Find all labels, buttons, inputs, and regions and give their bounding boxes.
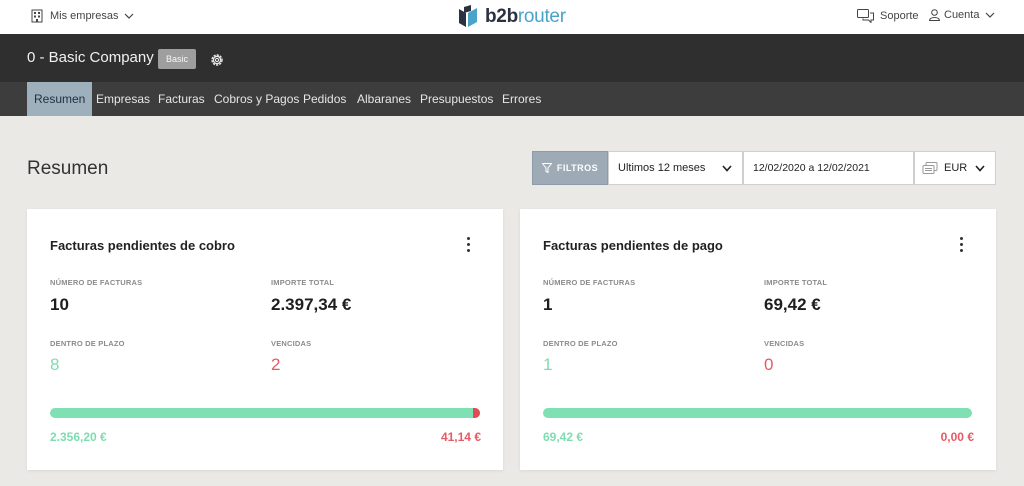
building-icon bbox=[31, 9, 43, 23]
period-value: Ultimos 12 meses bbox=[618, 162, 706, 174]
top-bar: Mis empresas b2brouter Soporte Cuenta bbox=[0, 0, 1024, 34]
main-nav: Resumen Empresas Facturas Cobros y Pagos… bbox=[0, 82, 1024, 116]
receivables-card: Facturas pendientes de cobro NÚMERO DE F… bbox=[27, 209, 503, 470]
filters-button[interactable]: FILTROS bbox=[532, 151, 608, 185]
logo-text: b2brouter bbox=[485, 6, 566, 28]
nav-item-pedidos[interactable]: Pedidos bbox=[303, 82, 346, 116]
invoice-count-label: NÚMERO DE FACTURAS bbox=[50, 278, 143, 287]
on-time-value: 8 bbox=[50, 355, 60, 374]
overdue-bar-segment bbox=[472, 408, 480, 418]
invoice-count-value: 10 bbox=[50, 295, 69, 314]
invoice-count-label: NÚMERO DE FACTURAS bbox=[543, 278, 636, 287]
on-time-amount: 69,42 € bbox=[543, 430, 584, 444]
chat-icon bbox=[857, 9, 874, 23]
filters-label: FILTROS bbox=[556, 163, 599, 173]
card-title: Facturas pendientes de cobro bbox=[50, 238, 235, 253]
support-link[interactable]: Soporte bbox=[857, 9, 919, 23]
on-time-value: 1 bbox=[543, 355, 553, 374]
date-range-value: 12/02/2020 a 12/02/2021 bbox=[753, 162, 870, 174]
coins-icon bbox=[922, 162, 938, 174]
currency-select[interactable]: EUR bbox=[914, 151, 996, 185]
account-label: Cuenta bbox=[944, 9, 980, 21]
nav-item-empresas[interactable]: Empresas bbox=[96, 82, 150, 116]
filter-icon bbox=[541, 163, 552, 173]
logo-router: router bbox=[517, 6, 566, 27]
overdue-amount: 0,00 € bbox=[940, 430, 974, 444]
b2brouter-logo[interactable]: b2brouter bbox=[457, 5, 566, 29]
plan-badge: Basic bbox=[158, 49, 197, 69]
on-time-amount: 2.356,20 € bbox=[50, 430, 107, 444]
status-progress-bar bbox=[50, 408, 480, 418]
chevron-down-icon bbox=[986, 12, 995, 18]
overdue-label: VENCIDAS bbox=[271, 339, 312, 348]
total-amount-label: IMPORTE TOTAL bbox=[764, 278, 828, 287]
status-progress-bar bbox=[543, 408, 972, 418]
period-select[interactable]: Ultimos 12 meses bbox=[608, 151, 743, 185]
kebab-menu-icon[interactable] bbox=[958, 237, 966, 253]
nav-item-resumen[interactable]: Resumen bbox=[27, 82, 93, 116]
overdue-amount: 41,14 € bbox=[440, 430, 481, 444]
nav-item-presupuestos[interactable]: Presupuestos bbox=[420, 82, 493, 116]
currency-value: EUR bbox=[944, 162, 968, 174]
nav-item-errores[interactable]: Errores bbox=[502, 82, 541, 116]
invoice-count-value: 1 bbox=[543, 295, 553, 314]
date-range-input[interactable]: 12/02/2020 a 12/02/2021 bbox=[743, 151, 914, 185]
payables-card: Facturas pendientes de pago NÚMERO DE FA… bbox=[520, 209, 996, 470]
nav-item-cobros-y-pagos[interactable]: Cobros y Pagos bbox=[214, 82, 299, 116]
support-label: Soporte bbox=[880, 10, 919, 22]
chevron-down-icon bbox=[125, 13, 134, 19]
total-amount-value: 69,42 € bbox=[764, 295, 821, 314]
gear-icon[interactable] bbox=[209, 52, 225, 68]
page-title: Resumen bbox=[27, 158, 109, 179]
chevron-down-icon bbox=[975, 165, 985, 172]
nav-item-albaranes[interactable]: Albaranes bbox=[357, 82, 411, 116]
overdue-value: 2 bbox=[271, 355, 281, 374]
on-time-label: DENTRO DE PLAZO bbox=[543, 339, 618, 348]
company-header: 0 - Basic Company Basic bbox=[0, 34, 1024, 82]
total-amount-value: 2.397,34 € bbox=[271, 295, 352, 314]
kebab-menu-icon[interactable] bbox=[465, 237, 473, 253]
nav-item-facturas[interactable]: Facturas bbox=[158, 82, 205, 116]
logo-b2b: b2b bbox=[485, 6, 518, 27]
total-amount-label: IMPORTE TOTAL bbox=[271, 278, 335, 287]
companies-label: Mis empresas bbox=[50, 10, 119, 22]
chevron-down-icon bbox=[722, 165, 732, 172]
b2brouter-logo-icon bbox=[459, 5, 477, 27]
companies-dropdown[interactable]: Mis empresas bbox=[31, 9, 141, 23]
overdue-label: VENCIDAS bbox=[764, 339, 805, 348]
overdue-value: 0 bbox=[764, 355, 774, 374]
card-title: Facturas pendientes de pago bbox=[543, 238, 723, 253]
on-time-label: DENTRO DE PLAZO bbox=[50, 339, 125, 348]
account-dropdown[interactable]: Cuenta bbox=[929, 9, 999, 21]
user-icon bbox=[929, 9, 940, 21]
company-name: 0 - Basic Company bbox=[27, 49, 154, 66]
